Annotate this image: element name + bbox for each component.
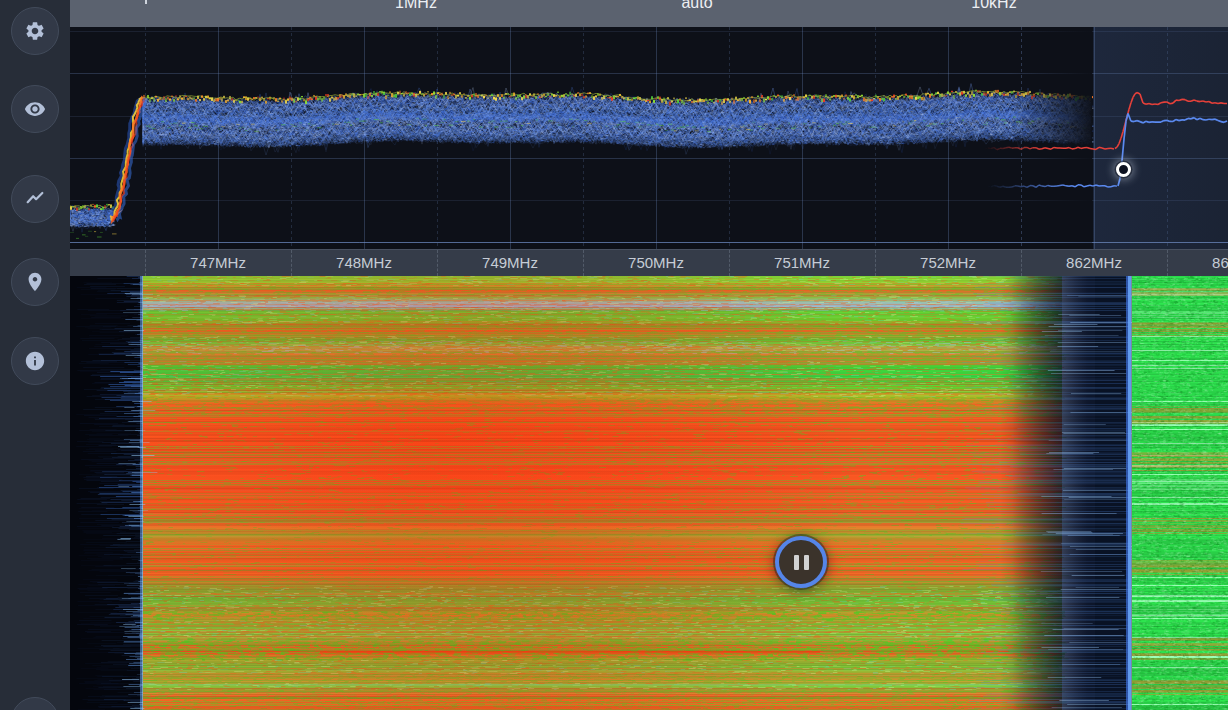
freq-tick-label: 749MHz <box>482 254 538 271</box>
toolbar-slider-tick <box>145 0 147 4</box>
more-button[interactable] <box>11 697 59 710</box>
info-button[interactable] <box>11 337 59 385</box>
settings-button[interactable] <box>11 7 59 55</box>
freq-minor-gridline <box>1021 250 1022 276</box>
freq-minor-gridline <box>1167 250 1168 276</box>
visibility-button[interactable] <box>11 85 59 133</box>
freq-minor-gridline <box>729 250 730 276</box>
settings-toolbar[interactable]: 1MHz auto 10kHz <box>70 0 1228 27</box>
freq-tick-label: 750MHz <box>628 254 684 271</box>
spectrum-analyzer-app: 1MHz auto 10kHz 747MHz 748MHz 749MHz 750MHz 75… <box>0 0 1228 710</box>
trace-marker[interactable] <box>1116 162 1131 177</box>
freq-tick-label: 747MHz <box>190 254 246 271</box>
traces-button[interactable] <box>11 175 59 223</box>
markers-button[interactable] <box>11 258 59 306</box>
freq-minor-gridline <box>145 250 146 276</box>
pause-icon <box>794 555 799 570</box>
info-icon <box>24 350 46 372</box>
toolbar-field-10kHz[interactable]: 10kHz <box>971 0 1016 12</box>
trend-icon <box>24 188 46 210</box>
waterfall-plot[interactable] <box>70 276 1228 710</box>
freq-minor-gridline <box>437 250 438 276</box>
sidebar <box>0 0 70 710</box>
spectrum-plot[interactable] <box>70 27 1228 249</box>
freq-tick-label: 862MHz <box>1066 254 1122 271</box>
freq-minor-gridline <box>875 250 876 276</box>
pin-icon <box>24 271 46 293</box>
freq-tick-label: 863MHz <box>1212 254 1228 271</box>
freq-minor-gridline <box>583 250 584 276</box>
gear-icon <box>24 20 46 42</box>
freq-tick-label: 751MHz <box>774 254 830 271</box>
pause-icon <box>804 555 809 570</box>
pause-button[interactable] <box>775 536 827 588</box>
toolbar-field-1MHz[interactable]: 1MHz <box>395 0 437 12</box>
toolbar-field-auto[interactable]: auto <box>681 0 712 12</box>
freq-minor-gridline <box>291 250 292 276</box>
eye-icon <box>24 98 46 120</box>
freq-tick-label: 752MHz <box>920 254 976 271</box>
frequency-axis: 747MHz 748MHz 749MHz 750MHz 751MHz 752MHz 862M… <box>70 249 1228 276</box>
freq-tick-label: 748MHz <box>336 254 392 271</box>
